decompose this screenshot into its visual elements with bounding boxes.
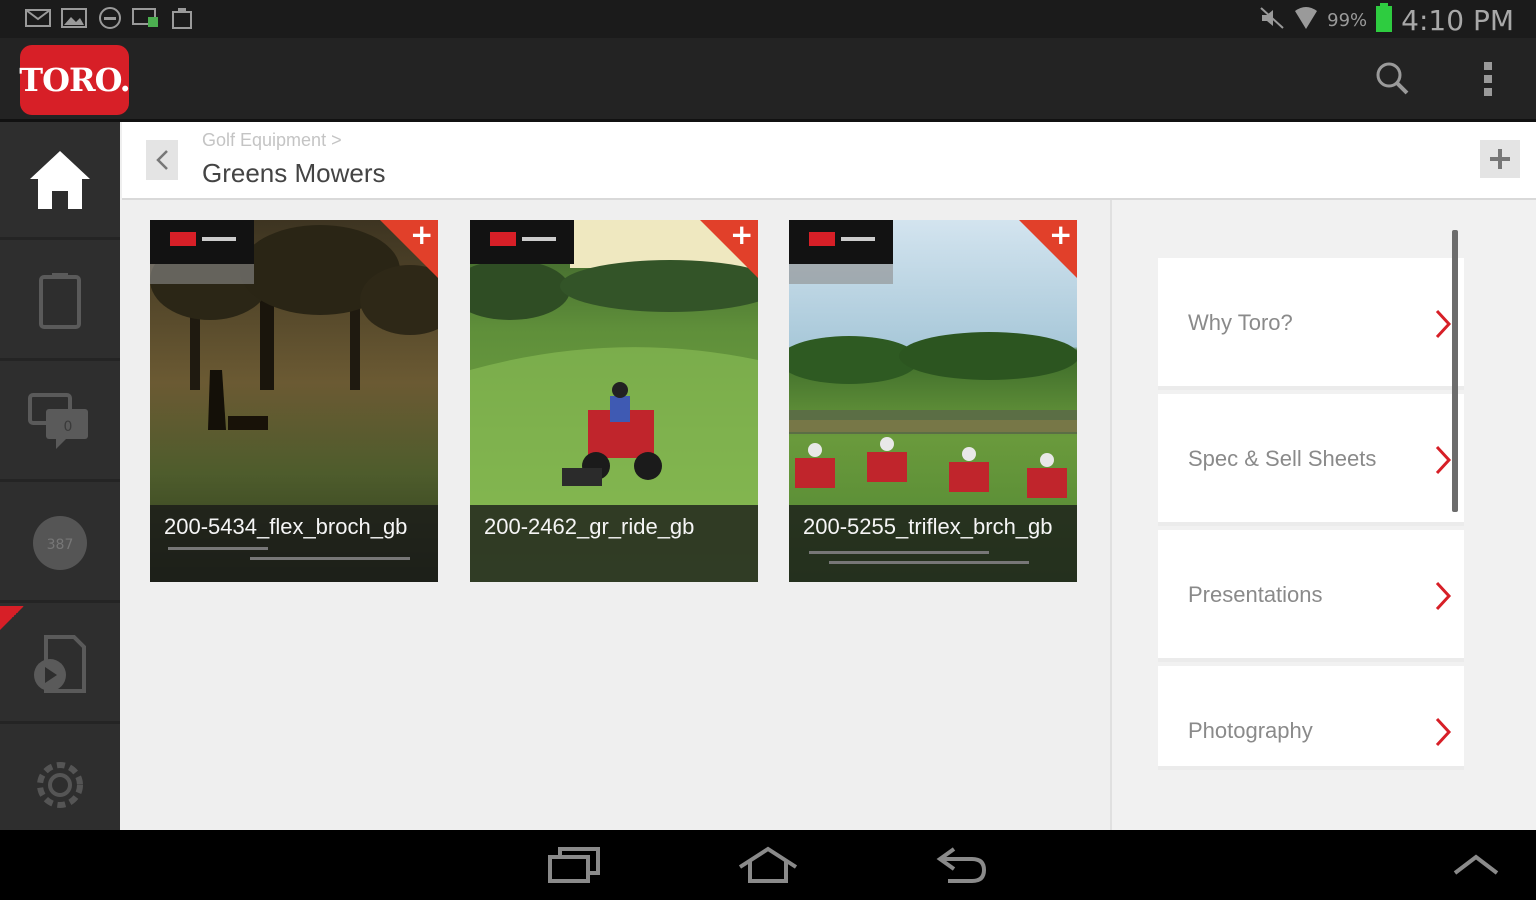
system-nav-bar xyxy=(0,830,1536,900)
toro-logo[interactable]: TORO. xyxy=(19,45,131,115)
app-bar: TORO. xyxy=(0,38,1536,122)
clipboard-icon xyxy=(168,6,196,30)
side-nav: 0 387 xyxy=(0,122,120,845)
toro-brand-tab xyxy=(470,220,574,264)
plus-icon xyxy=(1490,149,1510,169)
gear-icon xyxy=(37,761,83,808)
document-card[interactable]: + 200-5434_flex_broch_gb xyxy=(150,220,438,582)
home-outline-icon xyxy=(738,846,798,883)
chevron-right-icon xyxy=(1435,581,1452,611)
panel-item-label: Presentations xyxy=(1188,582,1323,607)
page-title: Greens Mowers xyxy=(202,158,386,188)
status-bar: 99% 4:10 PM xyxy=(0,0,1536,38)
do-not-disturb-icon xyxy=(96,6,124,30)
panel-item-photography[interactable]: Photography xyxy=(1158,666,1464,770)
nav-settings[interactable] xyxy=(0,727,120,845)
document-grid: + 200-5434_flex_broch_gb + 200-2462_gr_r… xyxy=(122,200,1110,830)
chevron-up-icon xyxy=(1453,854,1499,875)
image-icon xyxy=(60,6,88,30)
expand-up-button[interactable] xyxy=(1436,840,1516,890)
document-caption: 200-5434_flex_broch_gb xyxy=(150,505,438,582)
active-indicator xyxy=(0,606,24,630)
clock: 4:10 PM xyxy=(1401,3,1514,37)
battery-percent: 99% xyxy=(1327,9,1368,31)
document-title: 200-2462_gr_ride_gb xyxy=(484,514,695,539)
tablet-icon xyxy=(39,272,81,329)
chevron-left-icon xyxy=(156,150,168,170)
plus-icon: + xyxy=(1049,220,1073,251)
recent-apps-icon xyxy=(548,847,600,883)
panel-item-label: Spec & Sell Sheets xyxy=(1188,446,1377,471)
document-card[interactable]: + 200-2462_gr_ride_gb xyxy=(470,220,758,582)
chevron-right-icon xyxy=(1435,445,1452,475)
mail-icon xyxy=(24,6,52,30)
category-panel: Why Toro? Spec & Sell Sheets Presentatio… xyxy=(1110,200,1536,830)
document-title: 200-5434_flex_broch_gb xyxy=(164,514,408,539)
chat-icon: 0 xyxy=(28,392,88,449)
toro-brand-tab xyxy=(150,220,254,264)
plus-icon: + xyxy=(730,220,754,251)
mute-icon xyxy=(1259,6,1285,34)
panel-item-label: Why Toro? xyxy=(1188,310,1293,335)
back-nav-button[interactable] xyxy=(922,840,1002,890)
wifi-icon xyxy=(1293,5,1319,35)
document-caption: 200-2462_gr_ride_gb xyxy=(470,505,758,582)
plus-icon: + xyxy=(410,220,434,251)
back-arrow-icon xyxy=(936,847,987,883)
svg-text:387: 387 xyxy=(47,537,74,553)
panel-scrollbar[interactable] xyxy=(1452,230,1458,512)
toro-brand-tab xyxy=(789,220,893,264)
nav-home[interactable] xyxy=(0,122,120,240)
document-title: 200-5255_triflex_brch_gb xyxy=(803,514,1053,539)
svg-text:0: 0 xyxy=(64,419,73,435)
panel-item-spec-sell-sheets[interactable]: Spec & Sell Sheets xyxy=(1158,394,1464,526)
nav-chat[interactable]: 0 xyxy=(0,364,120,482)
battery-icon xyxy=(1375,3,1393,37)
search-button[interactable] xyxy=(1370,56,1414,100)
add-button[interactable] xyxy=(1480,140,1520,178)
search-icon xyxy=(1376,62,1409,95)
circle-badge-icon: 387 xyxy=(33,515,87,570)
home-nav-button[interactable] xyxy=(728,840,808,890)
chevron-right-icon xyxy=(1435,717,1452,747)
panel-item-why-toro[interactable]: Why Toro? xyxy=(1158,258,1464,390)
panel-item-presentations[interactable]: Presentations xyxy=(1158,530,1464,662)
more-vert-icon xyxy=(1484,62,1492,96)
back-button[interactable] xyxy=(146,140,178,180)
overflow-menu-button[interactable] xyxy=(1470,56,1506,102)
document-card[interactable]: + 200-5255_triflex_brch_gb xyxy=(789,220,1077,582)
chevron-right-icon xyxy=(1435,309,1452,339)
content-header: Golf Equipment > Greens Mowers xyxy=(122,122,1536,200)
panel-item-label: Photography xyxy=(1188,718,1313,743)
nav-tablet[interactable] xyxy=(0,243,120,361)
document-caption: 200-5255_triflex_brch_gb xyxy=(789,505,1077,582)
nav-badge[interactable]: 387 xyxy=(0,485,120,603)
breadcrumb[interactable]: Golf Equipment > xyxy=(202,130,342,151)
recent-apps-button[interactable] xyxy=(534,840,614,890)
video-file-icon xyxy=(34,634,86,693)
home-icon xyxy=(30,150,90,209)
screen-cast-icon xyxy=(132,6,160,30)
